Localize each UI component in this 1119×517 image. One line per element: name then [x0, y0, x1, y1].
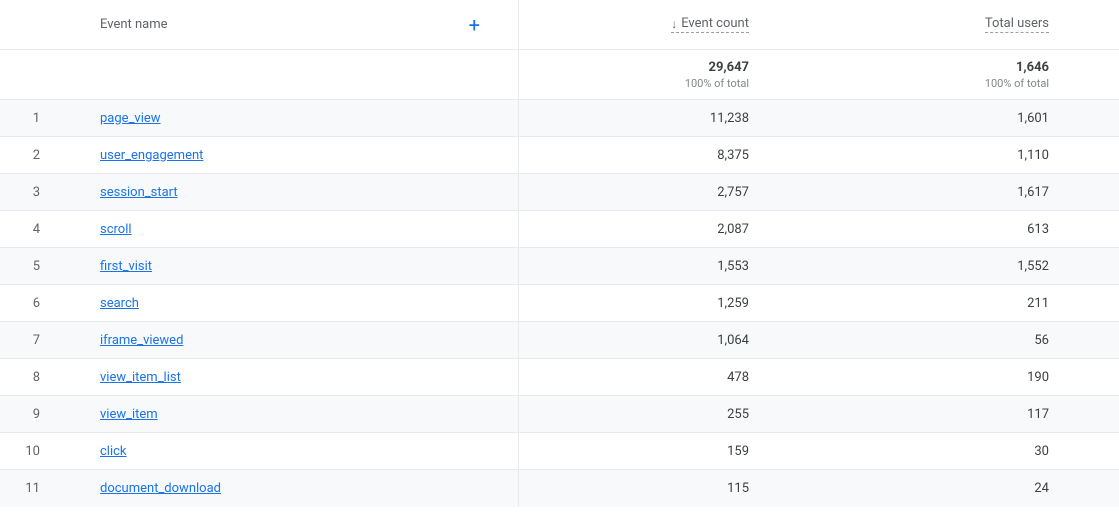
row-event-count: 159: [519, 433, 819, 469]
header-total-users[interactable]: Total users: [819, 0, 1119, 49]
row-index: 2: [0, 148, 60, 163]
table-body: 1 page_view 11,2381,601 2 user_engagement 8,3…: [0, 100, 1119, 507]
plus-icon: +: [469, 13, 480, 37]
row-event-name-cell: view_item_list: [60, 359, 519, 395]
event-link[interactable]: view_item: [100, 407, 158, 422]
totals-name-spacer: [60, 50, 519, 99]
totals-row: 29,647 100% of total 1,646 100% of total: [0, 50, 1119, 100]
row-total-users: 190: [819, 359, 1119, 395]
totals-event-count: 29,647 100% of total: [519, 50, 819, 99]
table-row: 7 iframe_viewed 1,06456: [0, 322, 1119, 359]
event-link[interactable]: iframe_viewed: [100, 333, 183, 348]
event-name-header-label: Event name: [100, 17, 168, 32]
event-link[interactable]: session_start: [100, 185, 178, 200]
sort-descending-icon: ↓: [671, 17, 677, 31]
header-event-count[interactable]: ↓ Event count: [519, 0, 819, 49]
row-total-users: 1,552: [819, 248, 1119, 284]
events-table: Event name + ↓ Event count Total users: [0, 0, 1119, 507]
row-event-name-cell: page_view: [60, 100, 519, 136]
total-event-count-value: 29,647: [709, 60, 750, 75]
row-total-users: 211: [819, 285, 1119, 321]
event-link[interactable]: first_visit: [100, 259, 152, 274]
table-row: 9 view_item 255117: [0, 396, 1119, 433]
table-header-row: Event name + ↓ Event count Total users: [0, 0, 1119, 50]
row-event-count: 8,375: [519, 137, 819, 173]
table-row: 8 view_item_list 478190: [0, 359, 1119, 396]
total-event-count-pct: 100% of total: [685, 77, 749, 90]
row-index: 11: [0, 481, 60, 496]
event-link[interactable]: page_view: [100, 111, 161, 126]
header-event-name[interactable]: Event name +: [60, 0, 519, 49]
row-index: 5: [0, 259, 60, 274]
row-index: 3: [0, 185, 60, 200]
row-event-count: 1,259: [519, 285, 819, 321]
row-total-users: 30: [819, 433, 1119, 469]
row-total-users: 613: [819, 211, 1119, 247]
row-index: 4: [0, 222, 60, 237]
event-link[interactable]: click: [100, 444, 127, 459]
row-index: 7: [0, 333, 60, 348]
event-count-header-label: Event count: [681, 16, 749, 31]
row-event-count: 11,238: [519, 100, 819, 136]
row-event-count: 1,064: [519, 322, 819, 358]
totals-index-spacer: [0, 50, 60, 99]
row-event-count: 1,553: [519, 248, 819, 284]
row-total-users: 1,617: [819, 174, 1119, 210]
table-row: 6 search 1,259211: [0, 285, 1119, 322]
table-row: 2 user_engagement 8,3751,110: [0, 137, 1119, 174]
row-event-name-cell: iframe_viewed: [60, 322, 519, 358]
table-row: 1 page_view 11,2381,601: [0, 100, 1119, 137]
event-link[interactable]: document_download: [100, 481, 221, 496]
totals-total-users: 1,646 100% of total: [819, 50, 1119, 99]
row-index: 10: [0, 444, 60, 459]
row-event-name-cell: scroll: [60, 211, 519, 247]
total-users-header-label: Total users: [985, 16, 1049, 31]
row-event-name-cell: click: [60, 433, 519, 469]
row-total-users: 117: [819, 396, 1119, 432]
event-link[interactable]: search: [100, 296, 139, 311]
row-index: 6: [0, 296, 60, 311]
row-event-count: 255: [519, 396, 819, 432]
row-event-name-cell: session_start: [60, 174, 519, 210]
row-total-users: 1,110: [819, 137, 1119, 173]
row-index: 1: [0, 111, 60, 126]
row-event-count: 478: [519, 359, 819, 395]
row-event-count: 2,087: [519, 211, 819, 247]
table-row: 5 first_visit 1,5531,552: [0, 248, 1119, 285]
row-index: 8: [0, 370, 60, 385]
table-row: 4 scroll 2,087613: [0, 211, 1119, 248]
total-users-value: 1,646: [1016, 60, 1049, 75]
row-event-name-cell: search: [60, 285, 519, 321]
row-event-name-cell: first_visit: [60, 248, 519, 284]
row-event-name-cell: user_engagement: [60, 137, 519, 173]
row-event-name-cell: view_item: [60, 396, 519, 432]
row-event-count: 2,757: [519, 174, 819, 210]
table-row: 11 document_download 11524: [0, 470, 1119, 507]
row-total-users: 56: [819, 322, 1119, 358]
event-link[interactable]: scroll: [100, 222, 132, 237]
row-event-count: 115: [519, 470, 819, 507]
add-dimension-button[interactable]: +: [461, 11, 488, 39]
row-event-name-cell: document_download: [60, 470, 519, 507]
row-total-users: 1,601: [819, 100, 1119, 136]
event-link[interactable]: view_item_list: [100, 370, 181, 385]
table-row: 10 click 15930: [0, 433, 1119, 470]
total-users-pct: 100% of total: [985, 77, 1049, 90]
row-total-users: 24: [819, 470, 1119, 507]
event-link[interactable]: user_engagement: [100, 148, 203, 163]
table-row: 3 session_start 2,7571,617: [0, 174, 1119, 211]
row-index: 9: [0, 407, 60, 422]
